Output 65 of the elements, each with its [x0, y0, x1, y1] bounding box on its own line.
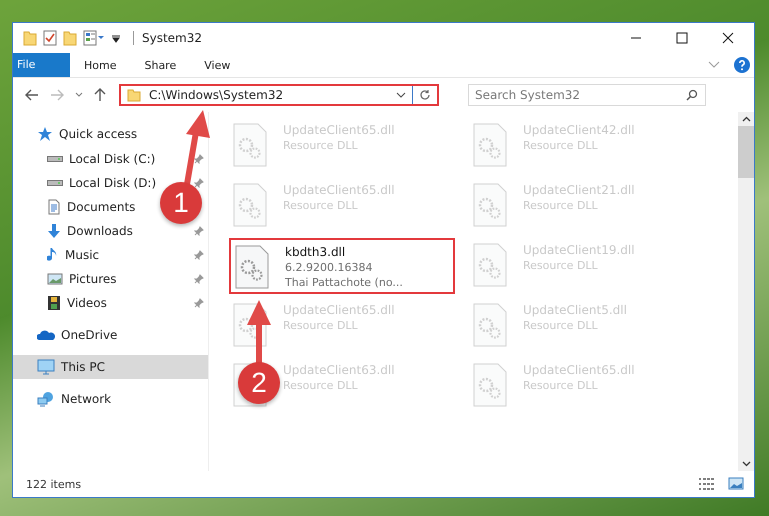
sidebar-item[interactable]: Quick access — [13, 122, 208, 146]
help-icon[interactable] — [734, 57, 750, 73]
ribbon-tab[interactable]: Home — [70, 53, 130, 77]
sidebar-item[interactable]: Music — [13, 243, 100, 267]
dll-file-icon — [473, 123, 507, 167]
sidebar-item[interactable]: Downloads — [13, 219, 133, 243]
file-detail: Thai Pattachote (no... — [285, 275, 403, 290]
address-bar[interactable]: C:\Windows\System32 — [119, 84, 439, 106]
file-item[interactable]: kbdth3.dll 6.2.9200.16384 Thai Pattachote (no... — [285, 245, 403, 290]
music-note-icon — [47, 247, 59, 263]
refresh-icon[interactable] — [419, 89, 431, 101]
sidebar-item[interactable]: OneDrive — [13, 323, 208, 347]
scrollbar-thumb[interactable] — [738, 126, 754, 178]
drive-icon — [47, 156, 63, 162]
sidebar-item[interactable]: Documents — [13, 195, 136, 219]
file-name: kbdth3.dll — [285, 245, 346, 260]
back-arrow-icon[interactable] — [25, 89, 39, 101]
chevron-down-icon[interactable] — [396, 92, 406, 98]
network-icon — [37, 391, 55, 407]
dll-file-icon — [473, 303, 507, 347]
pin-icon[interactable] — [194, 250, 204, 260]
dll-file-icon — [473, 243, 507, 287]
up-arrow-icon[interactable] — [94, 88, 106, 102]
dll-file-icon — [235, 245, 269, 289]
checklist-icon[interactable] — [43, 30, 57, 46]
pin-icon[interactable] — [194, 298, 204, 308]
window-title: System32 — [133, 31, 202, 45]
close-icon[interactable] — [722, 32, 734, 44]
dll-file-icon — [473, 183, 507, 227]
sidebar-item[interactable]: Network — [13, 387, 208, 411]
cloud-icon — [37, 329, 55, 341]
details-view-icon[interactable] — [698, 477, 716, 491]
sidebar-item[interactable]: Local Disk (C:) — [13, 147, 156, 171]
search-field[interactable]: Search System32 — [468, 84, 706, 106]
item-count: 122 items — [26, 478, 82, 490]
star-icon — [37, 126, 53, 142]
maximize-icon[interactable] — [676, 32, 688, 44]
pin-icon[interactable] — [194, 226, 204, 236]
scrollbar[interactable] — [738, 112, 754, 471]
picture-icon — [47, 272, 63, 286]
address-path: C:\Windows\System32 — [149, 88, 284, 102]
ribbon-tab[interactable]: Share — [130, 53, 190, 77]
properties-icon[interactable] — [83, 30, 105, 46]
ribbon-tab[interactable]: View — [190, 53, 244, 77]
folder-icon — [127, 88, 141, 102]
pin-icon[interactable] — [194, 178, 204, 188]
sidebar-item[interactable]: Videos — [13, 291, 107, 315]
chevron-down-icon[interactable] — [742, 461, 750, 467]
film-strip-icon — [47, 295, 61, 311]
document-icon — [47, 199, 61, 215]
monitor-icon — [37, 359, 55, 375]
sidebar-item[interactable]: This PC — [13, 355, 208, 379]
drive-icon — [47, 180, 63, 186]
file-detail: 6.2.9200.16384 — [285, 260, 374, 275]
large-icons-view-icon[interactable] — [728, 477, 744, 490]
sidebar-item[interactable]: Local Disk (D:) — [13, 171, 156, 195]
dll-file-icon — [473, 363, 507, 407]
pin-icon[interactable] — [194, 154, 204, 164]
search-icon[interactable] — [686, 89, 698, 101]
pin-icon[interactable] — [194, 274, 204, 284]
dll-file-icon — [233, 123, 267, 167]
sidebar-item[interactable]: Pictures — [13, 267, 117, 291]
download-arrow-icon — [47, 223, 61, 239]
dll-file-icon — [233, 183, 267, 227]
chevron-up-icon[interactable] — [742, 116, 750, 122]
